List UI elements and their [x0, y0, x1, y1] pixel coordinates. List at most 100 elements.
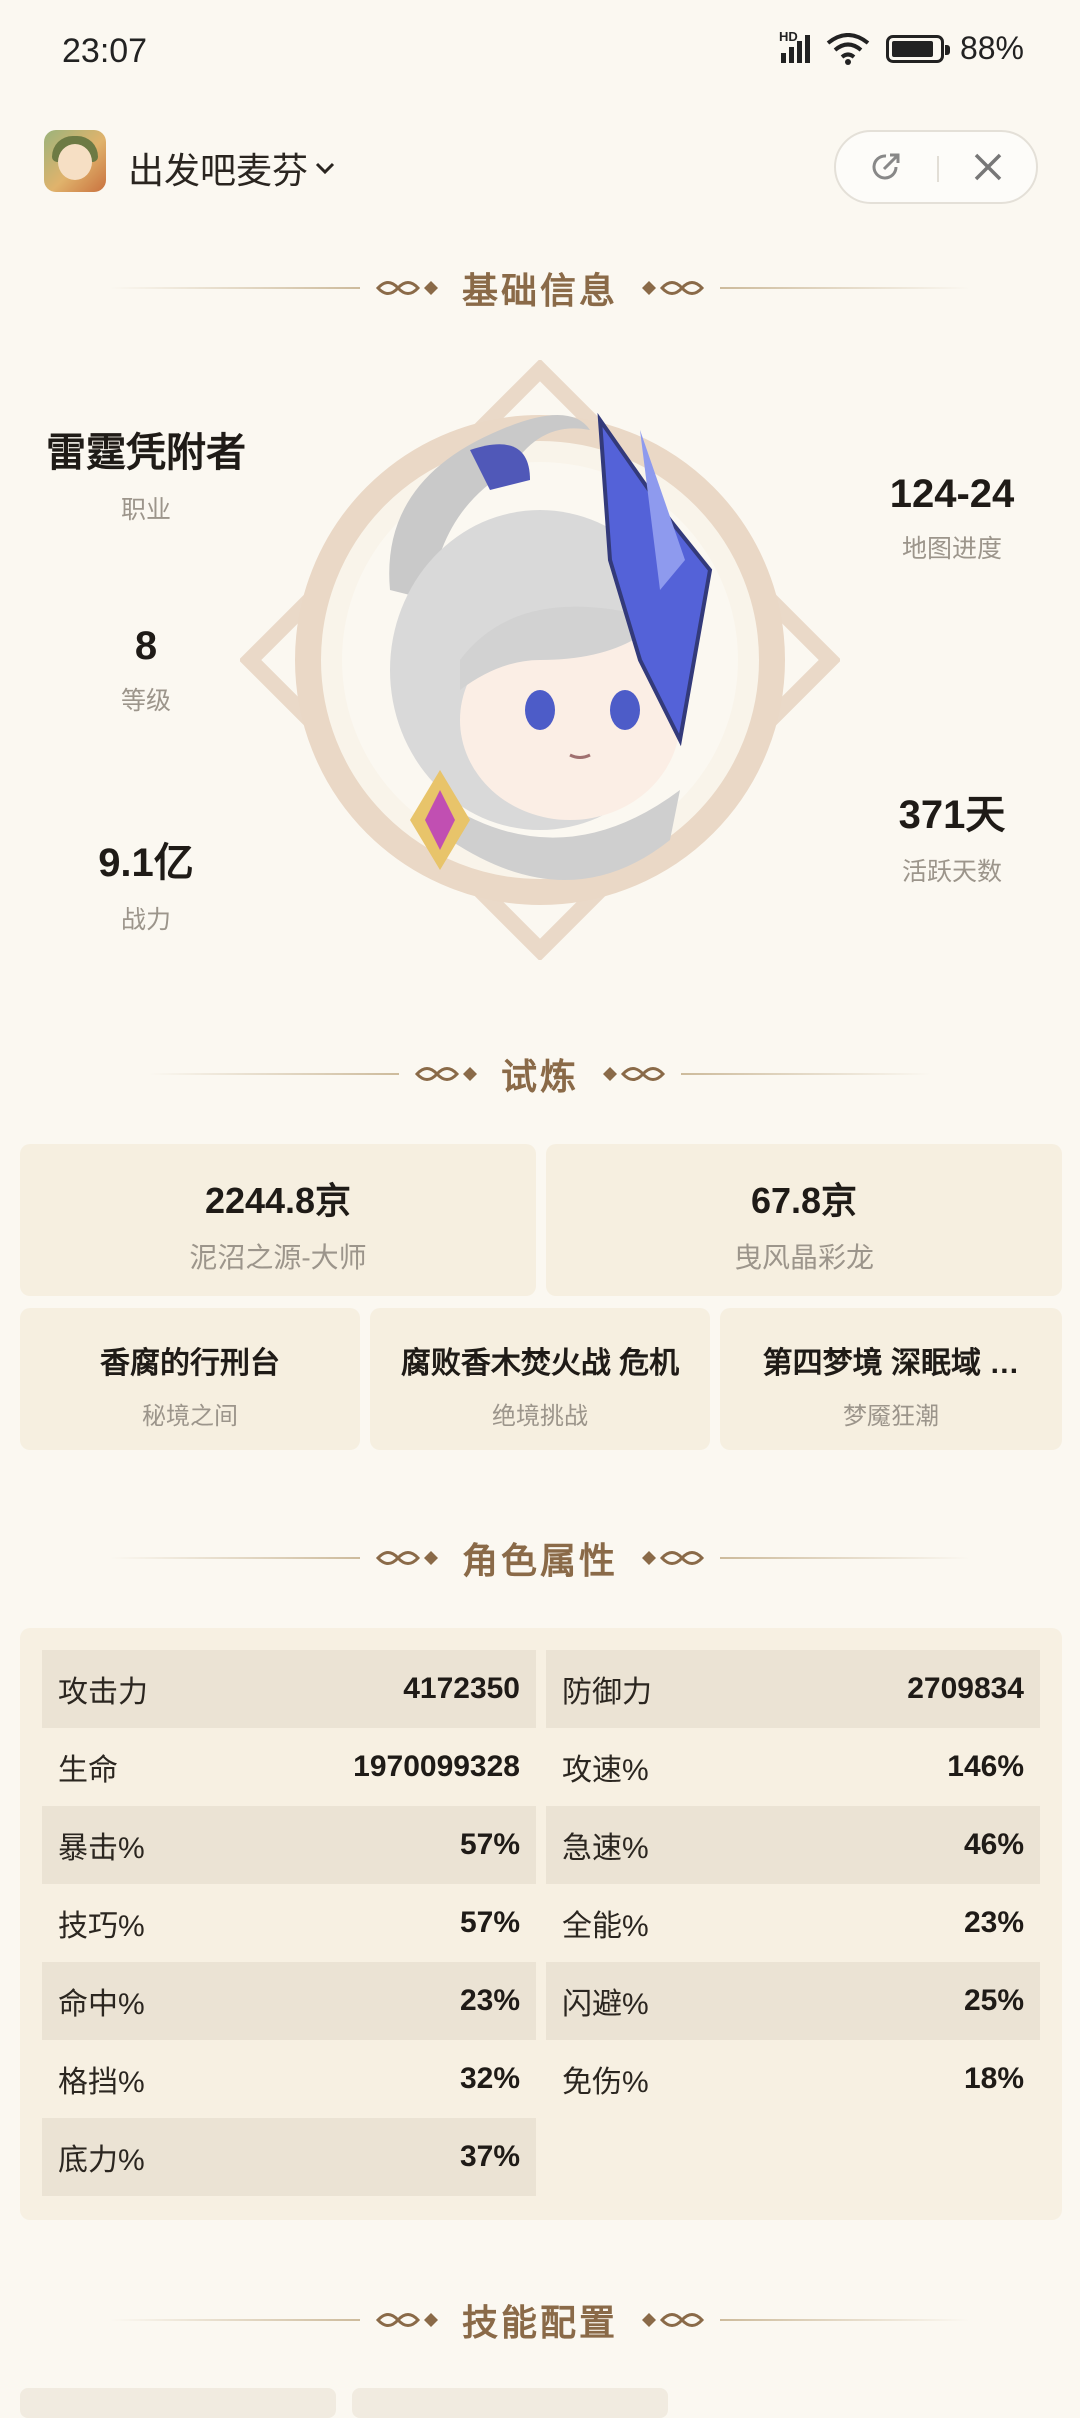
power-value: 9.1亿 [98, 841, 194, 885]
trial-value: 67.8京 [750, 1180, 858, 1221]
level-label: 等级 [120, 687, 171, 715]
section-heading-attributes: 角色属性 [0, 1528, 1080, 1588]
share-button[interactable] [836, 132, 936, 202]
attribute-name: 防御力 [562, 1676, 652, 1709]
attribute-row: 底力% 37% [42, 2118, 536, 2196]
map-progress-label: 地图进度 [901, 535, 1002, 563]
trial-title: 香腐的行刑台 [100, 1347, 280, 1380]
ornament-right-icon [640, 1543, 706, 1573]
power-stat: 9.1亿 战力 [26, 830, 266, 936]
attribute-row: 攻击力 4172350 [42, 1650, 536, 1728]
ornament-right-icon [601, 1059, 667, 1089]
attribute-value: 57% [459, 1828, 520, 1861]
attribute-value: 25% [963, 1984, 1024, 2017]
attribute-value: 2709834 [907, 1672, 1024, 1705]
attributes-panel: 攻击力 4172350 防御力 2709834 生命 1970099328 攻速… [20, 1628, 1062, 2220]
map-progress-value: 124-24 [889, 472, 1015, 516]
attribute-name: 命中% [58, 1988, 145, 2021]
status-time: 23:07 [62, 32, 148, 70]
ornament-left-icon [374, 1543, 440, 1573]
attribute-row: 格挡% 32% [42, 2040, 536, 2118]
mini-program-capsule [834, 130, 1038, 204]
status-icons: HD 88% [779, 29, 1024, 67]
trial-card[interactable]: 第四梦境 深眠域 … 梦魇狂潮 [720, 1308, 1062, 1450]
attribute-value: 57% [459, 1906, 520, 1939]
app-switcher[interactable]: 出发吧麦芬 [128, 142, 336, 194]
active-days-value: 371天 [898, 793, 1006, 837]
network-type-label: HD [778, 28, 798, 44]
character-portrait [240, 360, 840, 960]
attribute-name: 暴击% [58, 1832, 145, 1865]
signal-icon: HD [779, 29, 810, 63]
trial-card[interactable]: 67.8京 曳风晶彩龙 [546, 1144, 1062, 1296]
ornament-right-icon [640, 273, 706, 303]
active-days-label: 活跃天数 [901, 858, 1002, 886]
chevron-down-icon [315, 162, 335, 175]
attribute-row: 防御力 2709834 [546, 1650, 1040, 1728]
attribute-value: 23% [459, 1984, 520, 2017]
attribute-row: 命中% 23% [42, 1962, 536, 2040]
trial-value: 2244.8京 [204, 1180, 352, 1221]
section-heading-skills: 技能配置 [0, 2290, 1080, 2350]
battery-level: 88% [959, 30, 1024, 66]
attribute-name: 生命 [58, 1754, 118, 1787]
battery-icon [885, 34, 950, 63]
trial-subtitle: 秘境之间 [142, 1403, 238, 1430]
class-value: 雷霆凭附者 [46, 431, 246, 475]
trial-card[interactable]: 香腐的行刑台 秘境之间 [20, 1308, 360, 1450]
skill-card[interactable] [352, 2388, 668, 2418]
attribute-name: 全能% [562, 1910, 649, 1943]
ornament-left-icon [413, 1059, 479, 1089]
level-stat: 8 等级 [26, 624, 266, 717]
trial-subtitle: 绝境挑战 [492, 1403, 588, 1430]
attribute-row: 免伤% 18% [546, 2040, 1040, 2118]
trial-subtitle: 曳风晶彩龙 [733, 1242, 874, 1273]
attribute-row: 暴击% 57% [42, 1806, 536, 1884]
attribute-name: 攻速% [562, 1754, 649, 1787]
attribute-name: 急速% [562, 1832, 649, 1865]
trial-subtitle: 泥沼之源-大师 [189, 1242, 367, 1273]
attribute-name: 格挡% [58, 2066, 145, 2099]
attribute-name: 底力% [58, 2144, 145, 2177]
section-heading-basic: 基础信息 [0, 258, 1080, 318]
attribute-value: 146% [947, 1750, 1024, 1783]
close-icon [974, 153, 1002, 181]
map-progress-stat: 124-24 地图进度 [832, 472, 1072, 565]
ornament-left-icon [374, 2305, 440, 2335]
attribute-value: 4172350 [403, 1672, 520, 1705]
attribute-name: 攻击力 [58, 1676, 148, 1709]
attribute-value: 32% [459, 2062, 520, 2095]
share-icon [872, 153, 900, 180]
section-title-trial: 试炼 [500, 1056, 579, 1097]
ornament-right-icon [640, 2305, 706, 2335]
section-title-basic: 基础信息 [461, 270, 618, 311]
class-label: 职业 [120, 496, 171, 524]
attribute-name: 免伤% [562, 2066, 649, 2099]
power-label: 战力 [120, 906, 171, 934]
section-title-attributes: 角色属性 [461, 1540, 618, 1581]
attribute-value: 23% [963, 1906, 1024, 1939]
attribute-value: 18% [963, 2062, 1024, 2095]
trial-subtitle: 梦魇狂潮 [843, 1403, 939, 1430]
ornament-left-icon [374, 273, 440, 303]
trial-card[interactable]: 腐败香木焚火战 危机 绝境挑战 [370, 1308, 710, 1450]
attribute-value: 37% [459, 2140, 520, 2173]
attribute-value: 46% [963, 1828, 1024, 1861]
trial-card[interactable]: 2244.8京 泥沼之源-大师 [20, 1144, 536, 1296]
trial-title: 第四梦境 深眠域 … [762, 1347, 1020, 1380]
level-value: 8 [134, 624, 158, 668]
attribute-row: 全能% 23% [546, 1884, 1040, 1962]
attribute-row: 攻速% 146% [546, 1728, 1040, 1806]
app-name: 出发吧麦芬 [128, 150, 309, 191]
attribute-row: 技巧% 57% [42, 1884, 536, 1962]
attribute-name: 技巧% [58, 1910, 145, 1943]
attribute-value: 1970099328 [353, 1750, 520, 1783]
section-title-skills: 技能配置 [461, 2302, 618, 2343]
attribute-row: 闪避% 25% [546, 1962, 1040, 2040]
skill-card[interactable] [20, 2388, 336, 2418]
close-button[interactable] [938, 132, 1038, 202]
app-avatar[interactable] [44, 130, 106, 192]
wifi-icon [826, 32, 870, 65]
attribute-name: 闪避% [562, 1988, 649, 2021]
attribute-row: 生命 1970099328 [42, 1728, 536, 1806]
